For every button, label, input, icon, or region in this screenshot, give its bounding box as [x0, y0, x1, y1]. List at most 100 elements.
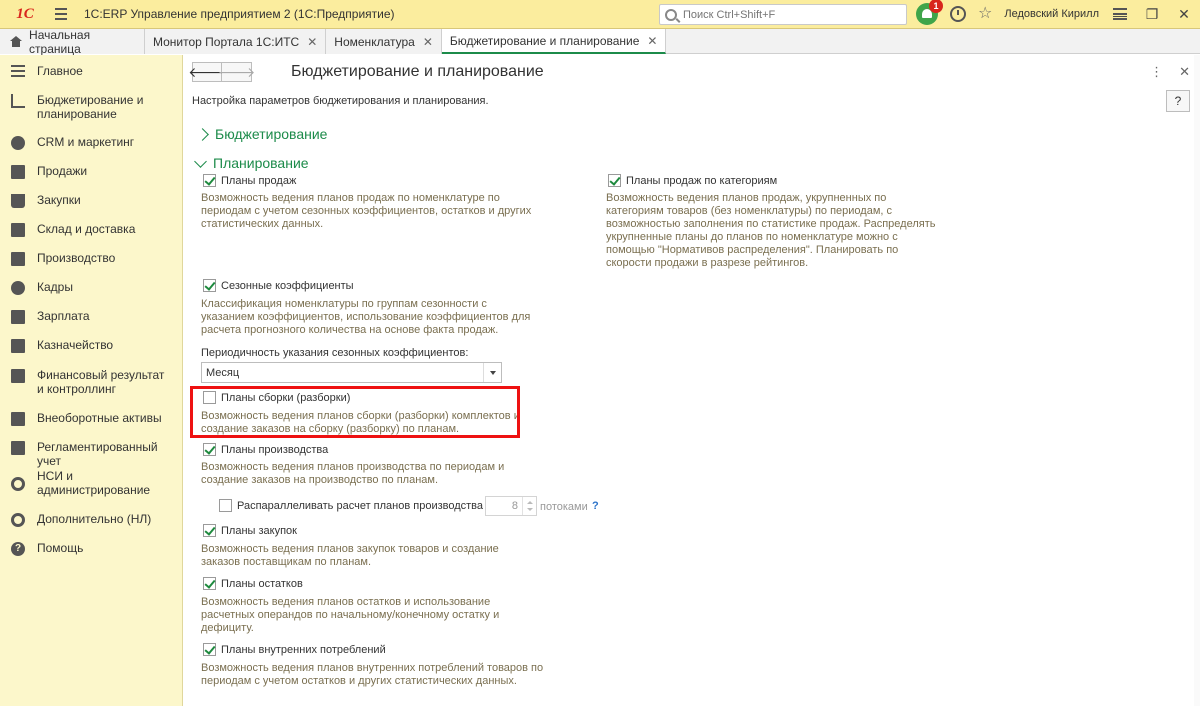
history-icon[interactable]: [950, 6, 966, 22]
stock-plans-checkbox[interactable]: [203, 577, 216, 590]
tab-home[interactable]: Начальная страница: [0, 28, 145, 56]
stock-plans-desc: Возможность ведения планов остатков и ис…: [201, 596, 500, 634]
option-label: Планы внутренних потреблений: [221, 643, 386, 656]
forward-arrow-icon[interactable]: 🡒: [218, 62, 255, 82]
gear-icon: [11, 477, 25, 491]
sidebar-item-label: НСИ и администрирование: [37, 469, 151, 497]
option-label: Планы закупок: [221, 524, 297, 537]
group-budgeting[interactable]: Бюджетирование: [196, 126, 327, 142]
maximize-icon[interactable]: ❐: [1136, 0, 1168, 29]
finance-icon: [11, 369, 25, 383]
sidebar-item-main[interactable]: Главное: [0, 64, 183, 79]
more-actions-icon[interactable]: ⋮: [1150, 64, 1163, 80]
periodicity-select[interactable]: Месяц: [201, 362, 502, 383]
close-icon[interactable]: ✕: [1168, 0, 1200, 29]
sidebar-item-production[interactable]: Производство: [0, 251, 183, 266]
stock-plans-option[interactable]: Планы остатков: [203, 577, 303, 590]
warehouse-icon: [11, 223, 25, 237]
chevron-down-icon: [194, 154, 207, 168]
sidebar-item-treasury[interactable]: Казначейство: [0, 338, 183, 353]
sidebar-item-crm[interactable]: CRM и маркетинг: [0, 135, 183, 150]
assets-icon: [11, 412, 25, 426]
close-form-icon[interactable]: ✕: [1179, 64, 1190, 80]
sidebar-item-label: Главное: [37, 64, 83, 78]
sections-panel: Главное Бюджетирование и планирование CR…: [0, 55, 183, 706]
sidebar-item-warehouse[interactable]: Склад и доставка: [0, 222, 183, 237]
tab-budgeting[interactable]: Бюджетирование и планирование ✕: [441, 29, 667, 54]
sidebar-item-sales[interactable]: Продажи: [0, 164, 183, 179]
ledger-icon: [11, 441, 25, 455]
settings-icon: [11, 513, 25, 527]
tab-close-icon[interactable]: ✕: [647, 34, 657, 48]
search-input[interactable]: [683, 8, 893, 21]
parallel-calc-checkbox[interactable]: [219, 499, 232, 512]
option-label: Планы продаж: [221, 174, 297, 187]
user-name[interactable]: Ледовский Кирилл: [1004, 8, 1099, 20]
tab-label: Бюджетирование и планирование: [449, 33, 640, 48]
group-title: Планирование: [213, 155, 309, 171]
sidebar-item-financial-result[interactable]: Финансовый результат и контроллинг: [0, 368, 183, 396]
production-plans-checkbox[interactable]: [203, 443, 216, 456]
tab-close-icon[interactable]: ✕: [423, 35, 433, 49]
sales-by-category-checkbox[interactable]: [608, 174, 621, 187]
seasonal-option[interactable]: Сезонные коэффициенты: [203, 279, 354, 292]
main-content: 🡐 🡒 Бюджетирование и планирование ⋮ ✕ На…: [184, 55, 1200, 706]
sales-plans-option[interactable]: Планы продаж: [203, 174, 296, 187]
favorites-star-icon[interactable]: ☆: [978, 6, 992, 22]
cart-icon: [11, 194, 25, 208]
title-bar: 1С 1С:ERP Управление предприятием 2 (1С:…: [0, 0, 1200, 29]
internal-plans-desc: Возможность ведения планов внутренних по…: [201, 662, 544, 687]
threads-value: 8: [511, 500, 518, 512]
help-icon: ?: [11, 542, 25, 556]
tab-label: Монитор Портала 1С:ИТС: [153, 34, 300, 49]
purchase-plans-checkbox[interactable]: [203, 524, 216, 537]
app-title: 1С:ERP Управление предприятием 2 (1С:Пре…: [84, 7, 395, 21]
sidebar-item-label: CRM и маркетинг: [37, 135, 135, 149]
menu-icon: [11, 65, 25, 79]
tab-its-monitor[interactable]: Монитор Портала 1С:ИТС ✕: [145, 29, 327, 54]
sidebar-item-fixed-assets[interactable]: Внеоборотные активы: [0, 411, 183, 426]
sales-plans-checkbox[interactable]: [203, 174, 216, 187]
tab-close-icon[interactable]: ✕: [307, 35, 317, 49]
group-planning[interactable]: Планирование: [194, 154, 309, 171]
nav-buttons: 🡐 🡒: [188, 62, 255, 82]
sidebar-item-help[interactable]: ? Помощь: [0, 541, 183, 556]
sidebar-item-label: Помощь: [37, 541, 84, 555]
internal-plans-checkbox[interactable]: [203, 643, 216, 656]
internal-plans-option[interactable]: Планы внутренних потреблений: [203, 643, 386, 656]
sidebar-item-budgeting[interactable]: Бюджетирование и планирование: [0, 93, 183, 121]
global-search[interactable]: [659, 4, 907, 25]
chart-icon: [11, 94, 25, 108]
notifications-icon[interactable]: 1: [916, 0, 943, 25]
sidebar-item-additional[interactable]: Дополнительно (НЛ): [0, 512, 183, 527]
production-plans-option[interactable]: Планы производства: [203, 443, 328, 456]
help-button[interactable]: ?: [1166, 90, 1190, 112]
threads-input[interactable]: 8: [485, 496, 537, 516]
app-logo-text: 1С: [16, 5, 34, 22]
tab-nomenclature[interactable]: Номенклатура ✕: [326, 29, 442, 54]
sales-icon: [11, 165, 25, 179]
option-label: Планы остатков: [221, 577, 303, 590]
threads-help-icon[interactable]: ?: [592, 500, 599, 512]
threads-stepper[interactable]: [522, 497, 536, 515]
sidebar-item-label: Зарплата: [37, 309, 90, 323]
sales-by-category-option[interactable]: Планы продаж по категориям: [608, 174, 777, 187]
sidebar-item-payroll[interactable]: Зарплата: [0, 309, 183, 324]
sidebar-item-regulated[interactable]: Регламентированный учет: [0, 440, 183, 468]
purchase-plans-option[interactable]: Планы закупок: [203, 524, 297, 537]
parallel-calc-option[interactable]: Распараллеливать расчет планов производс…: [219, 499, 483, 512]
dropdown-arrow-icon[interactable]: [483, 363, 501, 382]
page-subtitle: Настройка параметров бюджетирования и пл…: [192, 95, 489, 107]
notifications-badge: 1: [929, 0, 943, 13]
sidebar-item-admin[interactable]: НСИ и администрирование: [0, 469, 183, 497]
sidebar-item-label: Склад и доставка: [37, 222, 136, 236]
scrollbar[interactable]: [1194, 55, 1200, 706]
sidebar-item-hr[interactable]: Кадры: [0, 280, 183, 295]
main-menu-icon[interactable]: [50, 3, 72, 25]
seasonal-checkbox[interactable]: [203, 279, 216, 292]
minimize-icon[interactable]: —: [1104, 0, 1136, 29]
sidebar-item-purchases[interactable]: Закупки: [0, 193, 183, 208]
option-label: Планы производства: [221, 443, 329, 456]
sidebar-item-label: Регламентированный учет: [37, 440, 158, 468]
page-title: Бюджетирование и планирование: [291, 63, 544, 80]
